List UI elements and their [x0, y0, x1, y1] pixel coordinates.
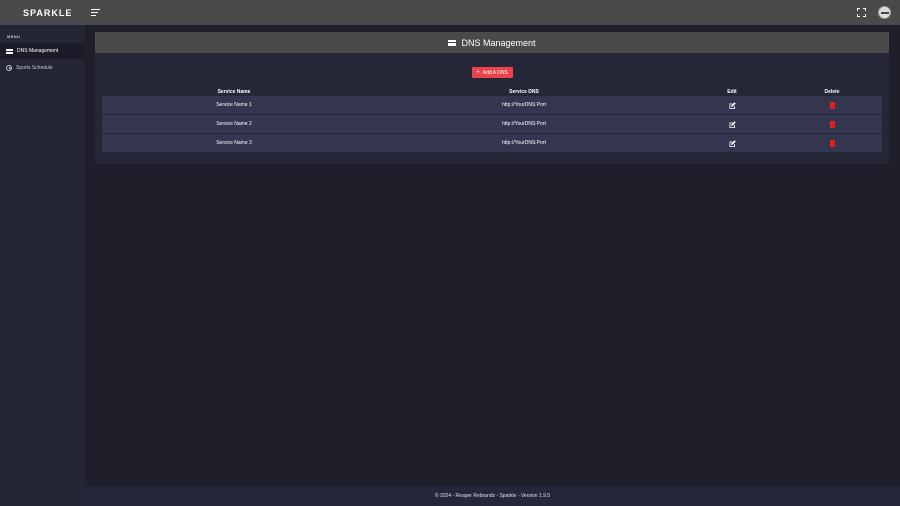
service-dns-cell: http://YourDNS:Port — [366, 134, 682, 152]
clock-icon — [6, 65, 12, 71]
edit-icon[interactable] — [729, 139, 736, 147]
footer-text: © 2024 - Reaper Rebrands - Sparkle - Ver… — [434, 493, 551, 499]
column-header-delete: Delete — [824, 88, 840, 95]
edit-icon[interactable] — [729, 101, 736, 109]
table-row: Service Name 3 http://YourDNS:Port — [102, 134, 882, 152]
add-dns-button-label: Add A DNS — [482, 69, 508, 76]
page-title: DNS Management — [461, 37, 536, 48]
table-header-row: Service Name Service DNS Edit Delete — [102, 88, 882, 95]
brand-logo[interactable]: SPARKLE — [0, 8, 85, 18]
dns-table: Service Name Service DNS Edit Delete Ser… — [102, 87, 882, 153]
service-dns-cell: http://YourDNS:Port — [366, 115, 682, 133]
plus-icon: + — [476, 69, 480, 76]
sidebar-menu-title: MENU — [7, 34, 21, 39]
service-name-cell: Service Name 2 — [102, 115, 366, 133]
column-header-edit: Edit — [727, 88, 737, 95]
service-name-cell: Service Name 1 — [102, 96, 366, 114]
top-bar: SPARKLE — [0, 0, 900, 25]
sidebar-item-label: DNS Management — [17, 48, 59, 54]
table-row: Service Name 2 http://YourDNS:Port — [102, 115, 882, 133]
sidebar: MENU DNS Management Sports Schedule — [0, 25, 85, 506]
avatar[interactable] — [878, 6, 891, 19]
edit-icon[interactable] — [729, 120, 736, 128]
menu-toggle-icon[interactable] — [91, 8, 101, 18]
add-dns-button[interactable]: + Add A DNS — [471, 67, 513, 78]
delete-icon[interactable] — [829, 139, 835, 147]
panel-header: DNS Management — [95, 32, 889, 53]
service-name-cell: Service Name 3 — [102, 134, 366, 152]
sidebar-item-sports-schedule[interactable]: Sports Schedule — [0, 60, 85, 76]
fullscreen-icon[interactable] — [857, 8, 866, 17]
column-header-service-dns: Service DNS — [509, 88, 539, 95]
server-icon — [448, 39, 457, 46]
column-header-service-name: Service Name — [217, 88, 251, 95]
service-dns-cell: http://YourDNS:Port — [366, 96, 682, 114]
sidebar-item-dns-management[interactable]: DNS Management — [0, 43, 85, 59]
delete-icon[interactable] — [829, 120, 835, 128]
footer: © 2024 - Reaper Rebrands - Sparkle - Ver… — [85, 486, 900, 506]
dns-management-panel: DNS Management + Add A DNS Service Name … — [95, 32, 889, 164]
delete-icon[interactable] — [829, 101, 835, 109]
server-icon — [6, 48, 13, 54]
table-row: Service Name 1 http://YourDNS:Port — [102, 96, 882, 114]
sidebar-item-label: Sports Schedule — [16, 65, 53, 71]
